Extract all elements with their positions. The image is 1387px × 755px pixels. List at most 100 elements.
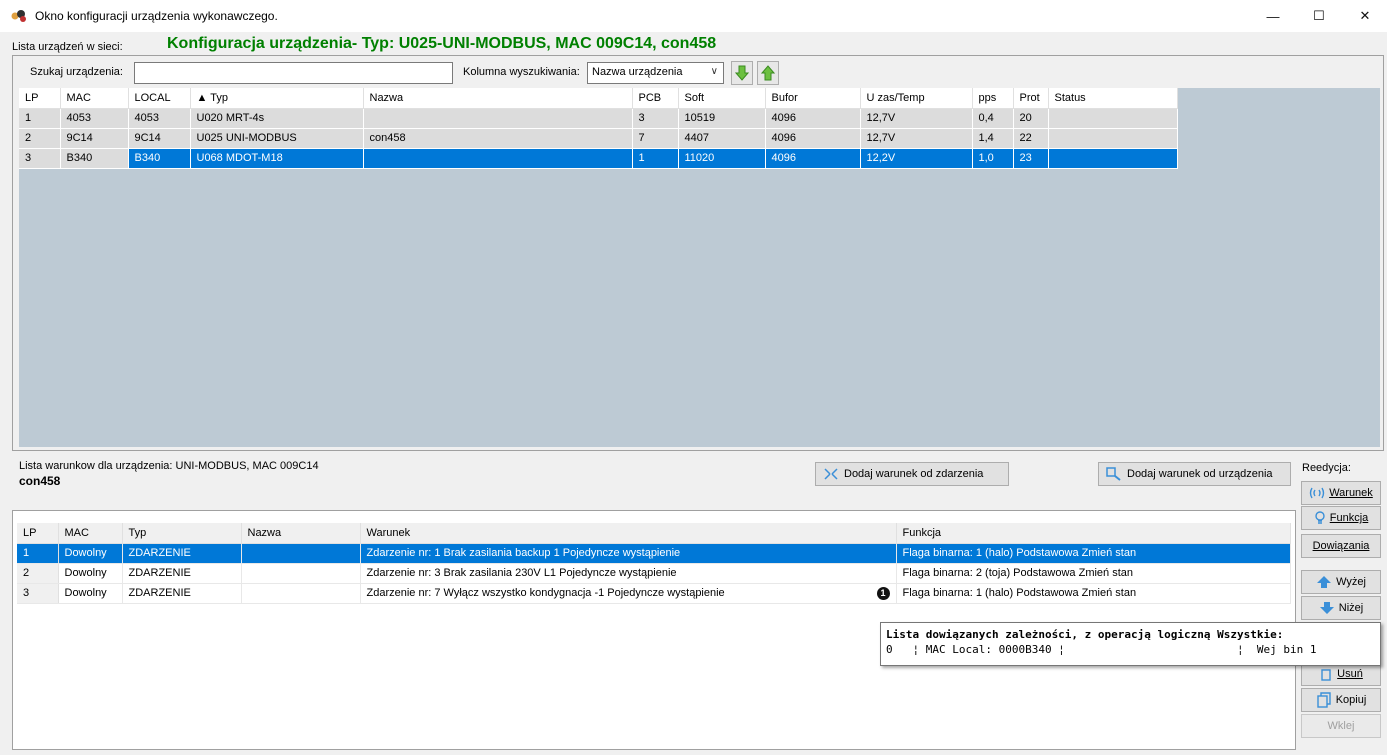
close-button[interactable]: ✕ (1342, 0, 1387, 32)
conditions-label: Lista warunkow dla urządzenia: UNI-MODBU… (19, 460, 319, 472)
edit-function-button[interactable]: Funkcja (1301, 506, 1381, 530)
lightbulb-icon (1315, 511, 1325, 524)
maximize-button[interactable]: ☐ (1296, 0, 1342, 32)
edit-condition-label: Warunek (1329, 487, 1373, 499)
search-column-label: Kolumna wyszukiwania: (463, 66, 580, 78)
table-cell: 4096 (765, 148, 861, 169)
table-row[interactable]: 2 Dowolny ZDARZENIE Zdarzenie nr: 3 Brak… (17, 563, 1291, 584)
col-header[interactable]: Prot (1013, 88, 1049, 109)
move-down-button[interactable]: Niżej (1301, 596, 1381, 620)
table-cell: Flaga binarna: 2 (toja) Podstawowa Zmień… (896, 563, 1291, 584)
col-header[interactable]: PCB (632, 88, 679, 109)
table-cell (1048, 148, 1178, 169)
table-cell: 22 (1013, 128, 1049, 149)
col-header[interactable]: Typ (122, 523, 242, 544)
window-title: Okno konfiguracji urządzenia wykonawczeg… (35, 9, 278, 23)
paste-button[interactable]: Wklej (1301, 714, 1381, 738)
arrow-up-icon (761, 65, 775, 81)
app-icon (11, 10, 26, 22)
arrow-down-icon (1319, 602, 1334, 614)
table-cell: 23 (1013, 148, 1049, 169)
minimize-button[interactable]: — (1250, 0, 1296, 32)
table-cell: B340 (128, 148, 191, 169)
bindings-button[interactable]: Dowiązania (1301, 534, 1381, 558)
config-title: Konfiguracja urządzenia- Typ: U025-UNI-M… (167, 35, 717, 52)
copy-button[interactable]: Kopiuj (1301, 688, 1381, 712)
move-up-button[interactable]: Wyżej (1301, 570, 1381, 594)
event-icon (824, 468, 838, 480)
edit-condition-button[interactable]: Warunek (1301, 481, 1381, 505)
delete-label: Usuń (1337, 668, 1363, 680)
table-cell: 1 (19, 108, 61, 129)
search-input[interactable] (134, 62, 453, 84)
trash-icon (1321, 669, 1331, 681)
table-cell: 1 (17, 543, 59, 564)
search-icon (1106, 467, 1121, 481)
table-cell: ZDARZENIE (122, 543, 242, 564)
table-cell: con458 (363, 128, 633, 149)
col-header[interactable]: LP (17, 523, 59, 544)
table-row-selected[interactable]: 1 Dowolny ZDARZENIE Zdarzenie nr: 1 Brak… (17, 543, 1291, 564)
table-row[interactable]: 3 Dowolny ZDARZENIE Zdarzenie nr: 7 Wyłą… (17, 583, 1291, 604)
chevron-down-icon: ∨ (710, 66, 718, 77)
col-header[interactable]: pps (972, 88, 1014, 109)
table-cell: 3 (17, 583, 59, 604)
table-cell: 9C14 (128, 128, 191, 149)
table-cell: 1 (632, 148, 679, 169)
info-badge[interactable]: 1 (876, 586, 890, 600)
arrow-up-icon (1317, 576, 1332, 588)
device-grid: LP MAC LOCAL ▲ Typ Nazwa PCB Soft Bufor … (19, 88, 1380, 447)
table-row-selected[interactable]: 3 B340 B340 U068 MDOT-M18 1 11020 4096 1… (19, 148, 1178, 169)
col-header[interactable]: LP (19, 88, 61, 109)
add-event-condition-label: Dodaj warunek od zdarzenia (844, 468, 984, 480)
col-header[interactable]: LOCAL (128, 88, 191, 109)
table-row[interactable]: 1 4053 4053 U020 MRT-4s 3 10519 4096 12,… (19, 108, 1178, 129)
col-header[interactable]: Bufor (765, 88, 861, 109)
table-row[interactable]: 2 9C14 9C14 U025 UNI-MODBUS con458 7 440… (19, 128, 1178, 149)
col-header[interactable]: MAC (60, 88, 129, 109)
condition-text: Zdarzenie nr: 7 Wyłącz wszystko kondygna… (366, 587, 725, 599)
search-column-select[interactable]: Nazwa urządzenia ∨ (587, 62, 724, 84)
table-cell: B340 (60, 148, 129, 169)
move-up-label: Wyżej (1336, 576, 1366, 588)
col-header[interactable]: Nazwa (363, 88, 633, 109)
device-table: LP MAC LOCAL ▲ Typ Nazwa PCB Soft Bufor … (19, 88, 1178, 169)
move-down-label: Niżej (1338, 602, 1364, 614)
table-cell: 12,7V (860, 128, 973, 149)
search-down-button[interactable] (731, 61, 753, 85)
col-header[interactable]: Funkcja (896, 523, 1291, 544)
col-header[interactable]: Status (1048, 88, 1178, 109)
search-up-button[interactable] (757, 61, 779, 85)
table-cell: 12,7V (860, 108, 973, 129)
table-cell: 9C14 (60, 128, 129, 149)
add-device-condition-label: Dodaj warunek od urządzenia (1127, 468, 1273, 480)
add-device-condition-button[interactable]: Dodaj warunek od urządzenia (1098, 462, 1291, 486)
col-header[interactable]: MAC (58, 523, 123, 544)
conditions-table-header: LP MAC Typ Nazwa Warunek Funkcja (17, 523, 1291, 544)
table-cell (363, 148, 633, 169)
copy-icon (1317, 692, 1331, 708)
table-cell: U025 UNI-MODBUS (190, 128, 364, 149)
col-header[interactable]: U zas/Temp (860, 88, 973, 109)
table-cell: 3 (632, 108, 679, 129)
copy-label: Kopiuj (1335, 694, 1367, 706)
table-cell: 10519 (678, 108, 766, 129)
add-event-condition-button[interactable]: Dodaj warunek od zdarzenia (815, 462, 1009, 486)
col-header[interactable]: Soft (678, 88, 766, 109)
signal-icon (1309, 487, 1325, 499)
table-cell: 1,4 (972, 128, 1014, 149)
table-cell (1048, 128, 1178, 149)
table-cell: ZDARZENIE (122, 583, 242, 604)
col-header[interactable]: ▲ Typ (190, 88, 364, 109)
table-cell: 4407 (678, 128, 766, 149)
table-cell (241, 583, 361, 604)
table-cell: 4053 (60, 108, 129, 129)
table-cell: 0,4 (972, 108, 1014, 129)
table-cell: 11020 (678, 148, 766, 169)
table-cell: Dowolny (58, 583, 123, 604)
col-header[interactable]: Nazwa (241, 523, 361, 544)
table-cell: 2 (17, 563, 59, 584)
col-header[interactable]: Warunek (360, 523, 897, 544)
table-cell: 7 (632, 128, 679, 149)
device-name: con458 (19, 474, 61, 488)
